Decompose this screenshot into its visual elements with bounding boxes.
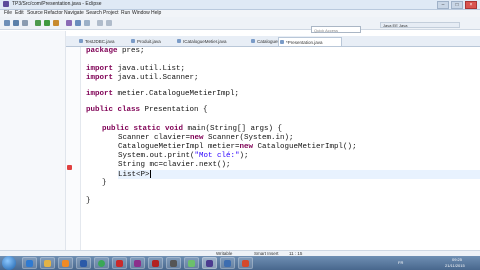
tab-icataloguemetier[interactable]: ICatalogueMetier.java <box>176 37 246 46</box>
ie-icon <box>26 260 33 267</box>
taskbar-word[interactable] <box>76 257 91 269</box>
taskbar-notepad[interactable] <box>184 257 199 269</box>
menu-refactor[interactable]: Refactor <box>44 10 63 17</box>
print-icon[interactable] <box>22 20 28 26</box>
taskbar-tool[interactable] <box>166 257 181 269</box>
tab-testjdbc[interactable]: TestJDBC.java <box>78 37 128 46</box>
close-button[interactable]: × <box>465 1 477 9</box>
taskbar-media[interactable] <box>58 257 73 269</box>
taskbar-acrobat[interactable] <box>112 257 127 269</box>
menu-window[interactable]: Window <box>132 10 150 17</box>
minimize-button[interactable]: – <box>437 1 449 9</box>
code-line: String mc=clavier.next(); <box>118 161 231 169</box>
eclipse-icon <box>206 260 213 267</box>
open-type-icon[interactable] <box>75 20 81 26</box>
code-line: } <box>102 179 107 187</box>
java-file-icon <box>251 39 255 43</box>
filezilla-icon <box>152 260 159 267</box>
code-line: public class Presentation { <box>86 106 208 114</box>
virtualbox-icon <box>224 260 231 267</box>
code-line: Scanner clavier=new Scanner(System.in); <box>118 134 294 142</box>
taskbar-chrome[interactable] <box>94 257 109 269</box>
code-line: import java.util.Scanner; <box>86 74 199 82</box>
window-controls: – □ × <box>437 1 477 9</box>
clock-time[interactable]: 09:25 <box>452 257 462 262</box>
java-file-icon <box>79 39 83 43</box>
menu-file[interactable]: File <box>4 10 12 17</box>
new-class-icon[interactable] <box>66 20 72 26</box>
menu-run[interactable]: Run <box>121 10 130 17</box>
word-icon <box>80 260 87 267</box>
code-editor[interactable]: package pres; import java.util.List; imp… <box>66 47 480 250</box>
code-line: public static void main(String[] args) { <box>102 125 283 133</box>
media-player-icon <box>62 260 69 267</box>
taskbar-eclipse[interactable] <box>202 257 217 269</box>
search-icon[interactable] <box>84 20 90 26</box>
taskbar-ie[interactable] <box>22 257 37 269</box>
menu-bar: File Edit Source Refactor Navigate Searc… <box>0 10 480 17</box>
new-icon[interactable] <box>4 20 10 26</box>
notepad-icon <box>188 260 195 267</box>
java-file-icon <box>280 40 284 44</box>
eclipse-icon <box>3 1 9 7</box>
language-indicator[interactable]: FR <box>398 260 403 265</box>
taskbar-vm[interactable] <box>220 257 235 269</box>
maximize-button[interactable]: □ <box>451 1 463 9</box>
app-icon <box>134 260 141 267</box>
quick-access-input[interactable]: Quick Access <box>311 26 361 33</box>
taskbar-explorer[interactable] <box>40 257 55 269</box>
left-panel <box>0 31 66 250</box>
text-cursor <box>149 170 151 178</box>
taskbar-filezilla[interactable] <box>148 257 163 269</box>
menu-source[interactable]: Source <box>27 10 43 17</box>
chrome-icon <box>98 260 105 267</box>
error-marker-icon[interactable] <box>67 165 72 170</box>
current-code-line: List<P> <box>118 170 480 179</box>
tab-produit[interactable]: Produit.java <box>130 37 174 46</box>
code-line: package pres; <box>86 47 145 55</box>
back-icon[interactable] <box>97 20 103 26</box>
menu-navigate[interactable]: Navigate <box>64 10 84 17</box>
title-bar: TP3/Src/com/Presentation.java - Eclipse … <box>0 0 480 10</box>
taskbar-recorder[interactable] <box>238 257 253 269</box>
code-line: import metier.CatalogueMetierImpl; <box>86 90 240 98</box>
run-icon[interactable] <box>44 20 50 26</box>
start-button[interactable] <box>2 256 16 270</box>
java-file-icon <box>131 39 135 43</box>
java-file-icon <box>177 39 181 43</box>
tab-presentation[interactable]: *Presentation.java <box>278 37 342 46</box>
tool-icon <box>170 260 177 267</box>
line-ruler <box>66 47 81 250</box>
save-icon[interactable] <box>13 20 19 26</box>
code-line: } <box>86 197 91 205</box>
code-line: System.out.print("Mot clé:"); <box>118 152 249 160</box>
external-tools-icon[interactable] <box>53 20 59 26</box>
code-line: CatalogueMetierImpl metier=new Catalogue… <box>118 143 357 151</box>
code-line: import java.util.List; <box>86 65 186 73</box>
windows-taskbar: FR 09:25 21/11/2015 <box>0 256 480 270</box>
editor-tab-bar: TestJDBC.java Produit.java ICatalogueMet… <box>66 36 480 47</box>
forward-icon[interactable] <box>106 20 112 26</box>
menu-search[interactable]: Search <box>86 10 102 17</box>
taskbar-app[interactable] <box>130 257 145 269</box>
menu-edit[interactable]: Edit <box>15 10 24 17</box>
menu-project[interactable]: Project <box>103 10 119 17</box>
window-title: TP3/Src/com/Presentation.java - Eclipse <box>12 1 102 7</box>
menu-help[interactable]: Help <box>151 10 161 17</box>
folder-icon <box>44 260 51 267</box>
debug-icon[interactable] <box>35 20 41 26</box>
recorder-icon <box>242 260 249 267</box>
clock-date[interactable]: 21/11/2015 <box>445 263 465 268</box>
acrobat-icon <box>116 260 123 267</box>
perspective-switcher[interactable]: Java EE Java <box>380 22 460 28</box>
